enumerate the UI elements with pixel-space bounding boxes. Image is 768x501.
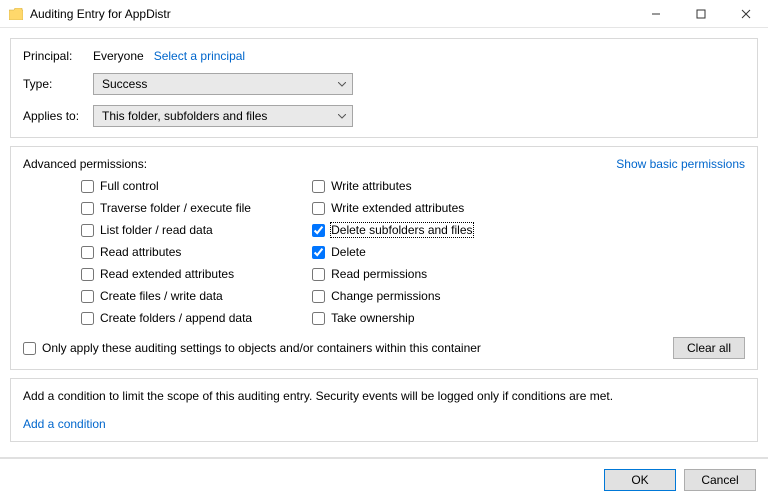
close-button[interactable] bbox=[723, 0, 768, 28]
permission-checkbox[interactable] bbox=[312, 268, 325, 281]
permission-checkbox[interactable] bbox=[312, 312, 325, 325]
chevron-down-icon bbox=[338, 109, 346, 123]
permission-label: Write attributes bbox=[331, 179, 411, 193]
permission-checkbox[interactable] bbox=[312, 290, 325, 303]
only-apply-checkbox-row: Only apply these auditing settings to ob… bbox=[23, 339, 481, 357]
permission-checkbox[interactable] bbox=[81, 202, 94, 215]
permission-checkbox-row: Read attributes bbox=[81, 243, 252, 261]
ok-button[interactable]: OK bbox=[604, 469, 676, 491]
permission-checkbox[interactable] bbox=[312, 246, 325, 259]
select-principal-link[interactable]: Select a principal bbox=[154, 49, 245, 63]
permission-checkbox-row: Create folders / append data bbox=[81, 309, 252, 327]
permission-checkbox[interactable] bbox=[312, 224, 325, 237]
clear-all-button[interactable]: Clear all bbox=[673, 337, 745, 359]
permission-label: Read extended attributes bbox=[100, 267, 234, 281]
advanced-permissions-heading: Advanced permissions: bbox=[23, 157, 147, 171]
cancel-button[interactable]: Cancel bbox=[684, 469, 756, 491]
permission-checkbox-row: Take ownership bbox=[312, 309, 472, 327]
permissions-col-1: Full control Traverse folder / execute fi… bbox=[81, 177, 252, 327]
window-controls bbox=[633, 0, 768, 28]
permission-checkbox-row: Create files / write data bbox=[81, 287, 252, 305]
permission-label: Delete bbox=[331, 245, 366, 259]
permission-label: List folder / read data bbox=[100, 223, 213, 237]
applies-to-label: Applies to: bbox=[23, 109, 93, 123]
permission-checkbox-row: Write extended attributes bbox=[312, 199, 472, 217]
permission-label: Traverse folder / execute file bbox=[100, 201, 251, 215]
principal-panel: Principal: Everyone Select a principal T… bbox=[10, 38, 758, 138]
permission-label: Read attributes bbox=[100, 245, 181, 259]
permission-checkbox-row: Full control bbox=[81, 177, 252, 195]
permission-checkbox-row: Traverse folder / execute file bbox=[81, 199, 252, 217]
type-label: Type: bbox=[23, 77, 93, 91]
permission-checkbox-row: Delete subfolders and files bbox=[312, 221, 472, 239]
titlebar: Auditing Entry for AppDistr bbox=[0, 0, 768, 28]
permission-checkbox[interactable] bbox=[81, 312, 94, 325]
permission-checkbox[interactable] bbox=[81, 246, 94, 259]
permission-label: Write extended attributes bbox=[331, 201, 464, 215]
permissions-grid: Full control Traverse folder / execute fi… bbox=[23, 177, 745, 327]
permission-label: Create files / write data bbox=[100, 289, 223, 303]
permissions-col-2: Write attributes Write extended attribute… bbox=[312, 177, 472, 327]
folder-icon bbox=[8, 6, 24, 22]
permission-checkbox-row: Read permissions bbox=[312, 265, 472, 283]
permission-checkbox[interactable] bbox=[81, 290, 94, 303]
advanced-permissions-panel: Advanced permissions: Show basic permiss… bbox=[10, 146, 758, 370]
applies-to-select-value: This folder, subfolders and files bbox=[102, 109, 267, 123]
only-apply-checkbox[interactable] bbox=[23, 342, 36, 355]
permission-checkbox-row: Change permissions bbox=[312, 287, 472, 305]
type-select-value: Success bbox=[102, 77, 147, 91]
principal-value: Everyone bbox=[93, 49, 144, 63]
only-apply-label: Only apply these auditing settings to ob… bbox=[42, 341, 481, 355]
permission-checkbox[interactable] bbox=[312, 202, 325, 215]
permission-checkbox[interactable] bbox=[312, 180, 325, 193]
permission-label: Delete subfolders and files bbox=[331, 223, 472, 237]
dialog-footer: OK Cancel bbox=[0, 457, 768, 501]
permission-checkbox[interactable] bbox=[81, 224, 94, 237]
permission-label: Take ownership bbox=[331, 311, 414, 325]
condition-description: Add a condition to limit the scope of th… bbox=[23, 389, 745, 403]
applies-to-select[interactable]: This folder, subfolders and files bbox=[93, 105, 353, 127]
permission-checkbox[interactable] bbox=[81, 180, 94, 193]
permission-label: Full control bbox=[100, 179, 159, 193]
chevron-down-icon bbox=[338, 77, 346, 91]
minimize-button[interactable] bbox=[633, 0, 678, 28]
principal-label: Principal: bbox=[23, 49, 93, 63]
permission-checkbox-row: List folder / read data bbox=[81, 221, 252, 239]
maximize-button[interactable] bbox=[678, 0, 723, 28]
permission-checkbox-row: Read extended attributes bbox=[81, 265, 252, 283]
permission-label: Change permissions bbox=[331, 289, 440, 303]
window-title: Auditing Entry for AppDistr bbox=[30, 7, 633, 21]
permission-checkbox-row: Write attributes bbox=[312, 177, 472, 195]
type-select[interactable]: Success bbox=[93, 73, 353, 95]
add-condition-link[interactable]: Add a condition bbox=[23, 417, 106, 431]
condition-panel: Add a condition to limit the scope of th… bbox=[10, 378, 758, 442]
permission-label: Create folders / append data bbox=[100, 311, 252, 325]
permission-checkbox[interactable] bbox=[81, 268, 94, 281]
show-basic-permissions-link[interactable]: Show basic permissions bbox=[616, 157, 745, 171]
permission-label: Read permissions bbox=[331, 267, 427, 281]
permission-checkbox-row: Delete bbox=[312, 243, 472, 261]
